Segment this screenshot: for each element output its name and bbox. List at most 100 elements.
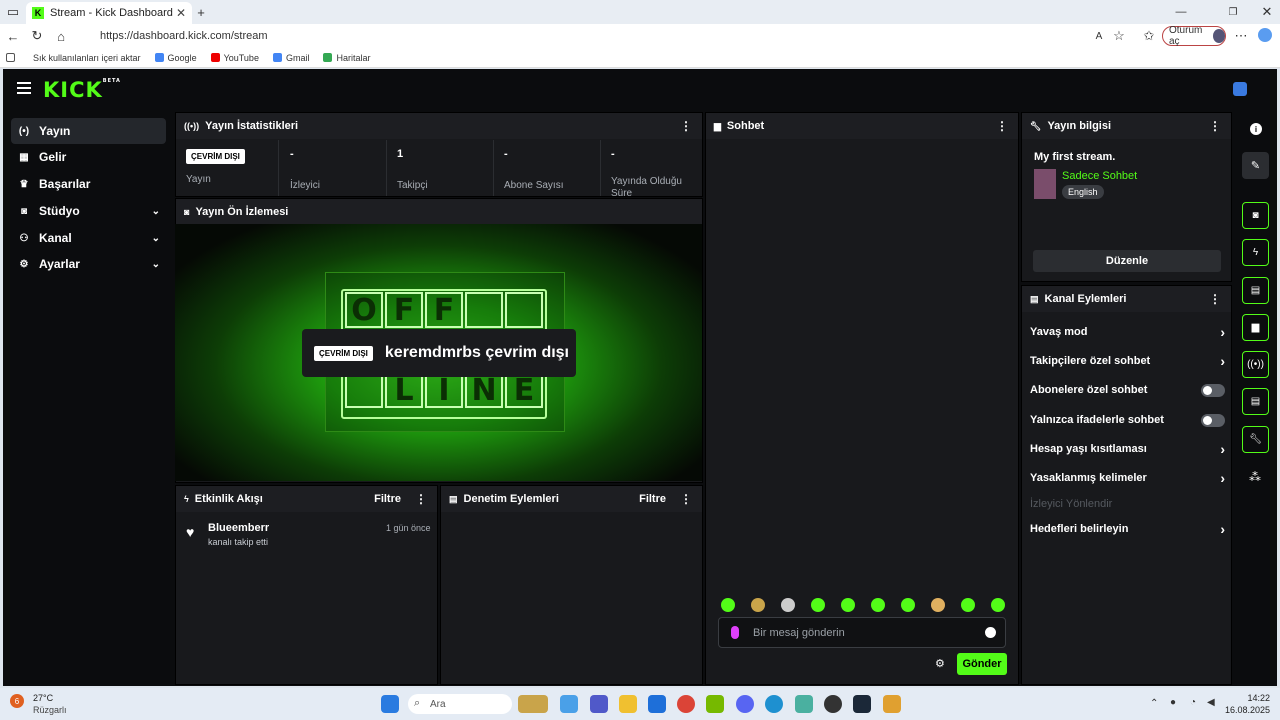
emote-icon[interactable] [961, 598, 975, 612]
close-tab-icon[interactable]: ✕ [176, 6, 186, 20]
obs-icon[interactable] [824, 695, 842, 713]
favorites-icon[interactable]: ✩ [1138, 25, 1160, 47]
kebab-menu-icon[interactable]: ⋮ [1209, 292, 1221, 306]
broadcast-icon[interactable]: ((•)) [1242, 351, 1269, 378]
sidebar-item-revenue[interactable]: ▦ Gelir [11, 144, 166, 170]
bookmark-youtube[interactable]: YouTube [210, 53, 259, 63]
sidebar-item-studio[interactable]: ◙ Stüdyo ⌄ [11, 198, 166, 224]
copilot-icon[interactable] [1258, 28, 1272, 42]
menu-icon[interactable] [17, 82, 31, 94]
nvidia-icon[interactable] [706, 695, 724, 713]
reload-icon[interactable]: ↻ [26, 25, 48, 47]
chrome-icon[interactable] [677, 695, 695, 713]
wrench-icon[interactable]: 🔧︎ [1242, 426, 1269, 453]
edit-pencil-icon[interactable]: ✎ [1242, 152, 1269, 179]
emote-icon[interactable] [811, 598, 825, 612]
sidebar-item-achievements[interactable]: ♛ Başarılar [11, 171, 166, 197]
emotes-only-toggle[interactable] [1201, 413, 1225, 427]
action-account-age[interactable]: Hesap yaşı kısıtlaması › [1030, 439, 1225, 459]
microphone-icon[interactable] [731, 626, 739, 639]
info-icon[interactable]: i [1250, 123, 1262, 135]
edge-icon[interactable] [765, 695, 783, 713]
file-explorer-icon[interactable] [619, 695, 637, 713]
emote-icon[interactable] [721, 598, 735, 612]
minimize-icon[interactable]: — [1170, 1, 1192, 23]
more-icon[interactable]: ⋯ [1230, 25, 1252, 47]
sign-in-button[interactable]: Oturum aç [1162, 25, 1226, 47]
home-icon[interactable]: ⌂ [50, 25, 72, 47]
document-icon[interactable]: ▤ [1242, 277, 1269, 304]
windows-start-icon[interactable] [381, 695, 399, 713]
favorite-star-icon[interactable]: ☆ [1108, 25, 1130, 47]
profile-avatar-icon[interactable] [1233, 82, 1247, 96]
kebab-menu-icon[interactable]: ⋮ [415, 492, 427, 506]
app-icon[interactable] [883, 695, 901, 713]
kick-logo[interactable]: KICKBETA [43, 78, 121, 102]
emote-icon[interactable] [931, 598, 945, 612]
chat-icon[interactable]: ▆ [1242, 314, 1269, 341]
tray-chevron-icon[interactable]: ⌃ [1150, 698, 1158, 709]
gear-icon[interactable]: ⚙ [935, 657, 945, 670]
bookmark-import[interactable]: Sık kullanılanları içeri aktar [6, 53, 141, 63]
emote-icon[interactable] [991, 598, 1005, 612]
store-icon[interactable] [648, 695, 666, 713]
kebab-menu-icon[interactable]: ⋮ [680, 492, 692, 506]
copilot-icon[interactable] [560, 695, 578, 713]
google-icon [154, 53, 164, 62]
emote-icon[interactable] [841, 598, 855, 612]
kebab-menu-icon[interactable]: ⋮ [680, 119, 692, 133]
bookmark-maps[interactable]: Haritalar [323, 53, 370, 63]
emote-icon[interactable] [781, 598, 795, 612]
sidebar-item-settings[interactable]: ⚙ Ayarlar ⌄ [11, 251, 166, 277]
chevron-down-icon: ⌄ [151, 258, 160, 270]
taskbar-search[interactable]: ⌕ Ara [408, 694, 512, 714]
microphone-tray-icon[interactable]: ● [1170, 697, 1176, 708]
action-goals[interactable]: Hedefleri belirleyin › [1030, 519, 1225, 539]
action-slow-mode[interactable]: Yavaş mod › [1030, 322, 1225, 342]
studio-icon[interactable]: ◙ [1242, 202, 1269, 229]
action-banned-words[interactable]: Yasaklanmış kelimeler › [1030, 468, 1225, 488]
discord-icon[interactable] [736, 695, 754, 713]
category-link[interactable]: Sadece Sohbet [1062, 170, 1137, 182]
close-window-icon[interactable]: ✕ [1256, 1, 1278, 23]
emote-icon[interactable] [751, 598, 765, 612]
sidebar-item-stream[interactable]: (•) Yayın [11, 118, 166, 144]
new-tab-icon[interactable]: + [190, 1, 212, 23]
weather-text: Rüzgarlı [33, 705, 67, 715]
lightning-icon[interactable]: ϟ [1242, 239, 1269, 266]
browser-tab[interactable]: K Stream - Kick Dashboard ✕ [26, 2, 192, 24]
filter-button[interactable]: Filtre [374, 493, 401, 505]
filter-button[interactable]: Filtre [639, 493, 666, 505]
action-followers-only[interactable]: Takipçilere özel sohbet › [1030, 351, 1225, 371]
chat-message-input[interactable]: Bir mesaj gönderin [718, 617, 1006, 648]
edit-button[interactable]: Düzenle [1033, 250, 1221, 272]
sidebar-item-channel[interactable]: ⚇ Kanal ⌄ [11, 225, 166, 251]
steam-icon[interactable] [853, 695, 871, 713]
kebab-menu-icon[interactable]: ⋮ [996, 119, 1008, 133]
clock-time[interactable]: 14:22 [1230, 693, 1270, 703]
channel-actions-icon[interactable]: ▤ [1242, 388, 1269, 415]
tab-actions-icon[interactable]: ▭ [2, 1, 24, 23]
address-bar[interactable]: https://dashboard.kick.com/stream [80, 27, 1140, 45]
weather-temp[interactable]: 27°C [33, 693, 53, 703]
add-widget-icon[interactable]: ⁂ [1249, 470, 1261, 484]
event-user[interactable]: Blueemberr [208, 522, 269, 534]
widgets-icon[interactable] [518, 695, 548, 713]
bookmark-gmail[interactable]: Gmail [272, 53, 309, 63]
studio-icon: ◙ [20, 205, 28, 217]
back-icon[interactable]: ← [2, 25, 24, 47]
volume-icon[interactable]: ◀ [1207, 697, 1215, 708]
kebab-menu-icon[interactable]: ⋮ [1209, 119, 1221, 133]
teams-icon[interactable] [590, 695, 608, 713]
clock-date[interactable]: 16.08.2025 [1224, 705, 1270, 715]
send-button[interactable]: Gönder [957, 653, 1007, 675]
maximize-icon[interactable]: ❐ [1222, 1, 1244, 23]
wifi-icon[interactable]: ◔ [1190, 697, 1196, 708]
emoji-icon[interactable] [985, 627, 996, 638]
emote-icon[interactable] [901, 598, 915, 612]
subscribers-only-toggle[interactable] [1201, 383, 1225, 397]
read-aloud-icon[interactable]: A [1088, 25, 1110, 47]
app-icon[interactable] [795, 695, 813, 713]
bookmark-google[interactable]: Google [154, 53, 197, 63]
emote-icon[interactable] [871, 598, 885, 612]
